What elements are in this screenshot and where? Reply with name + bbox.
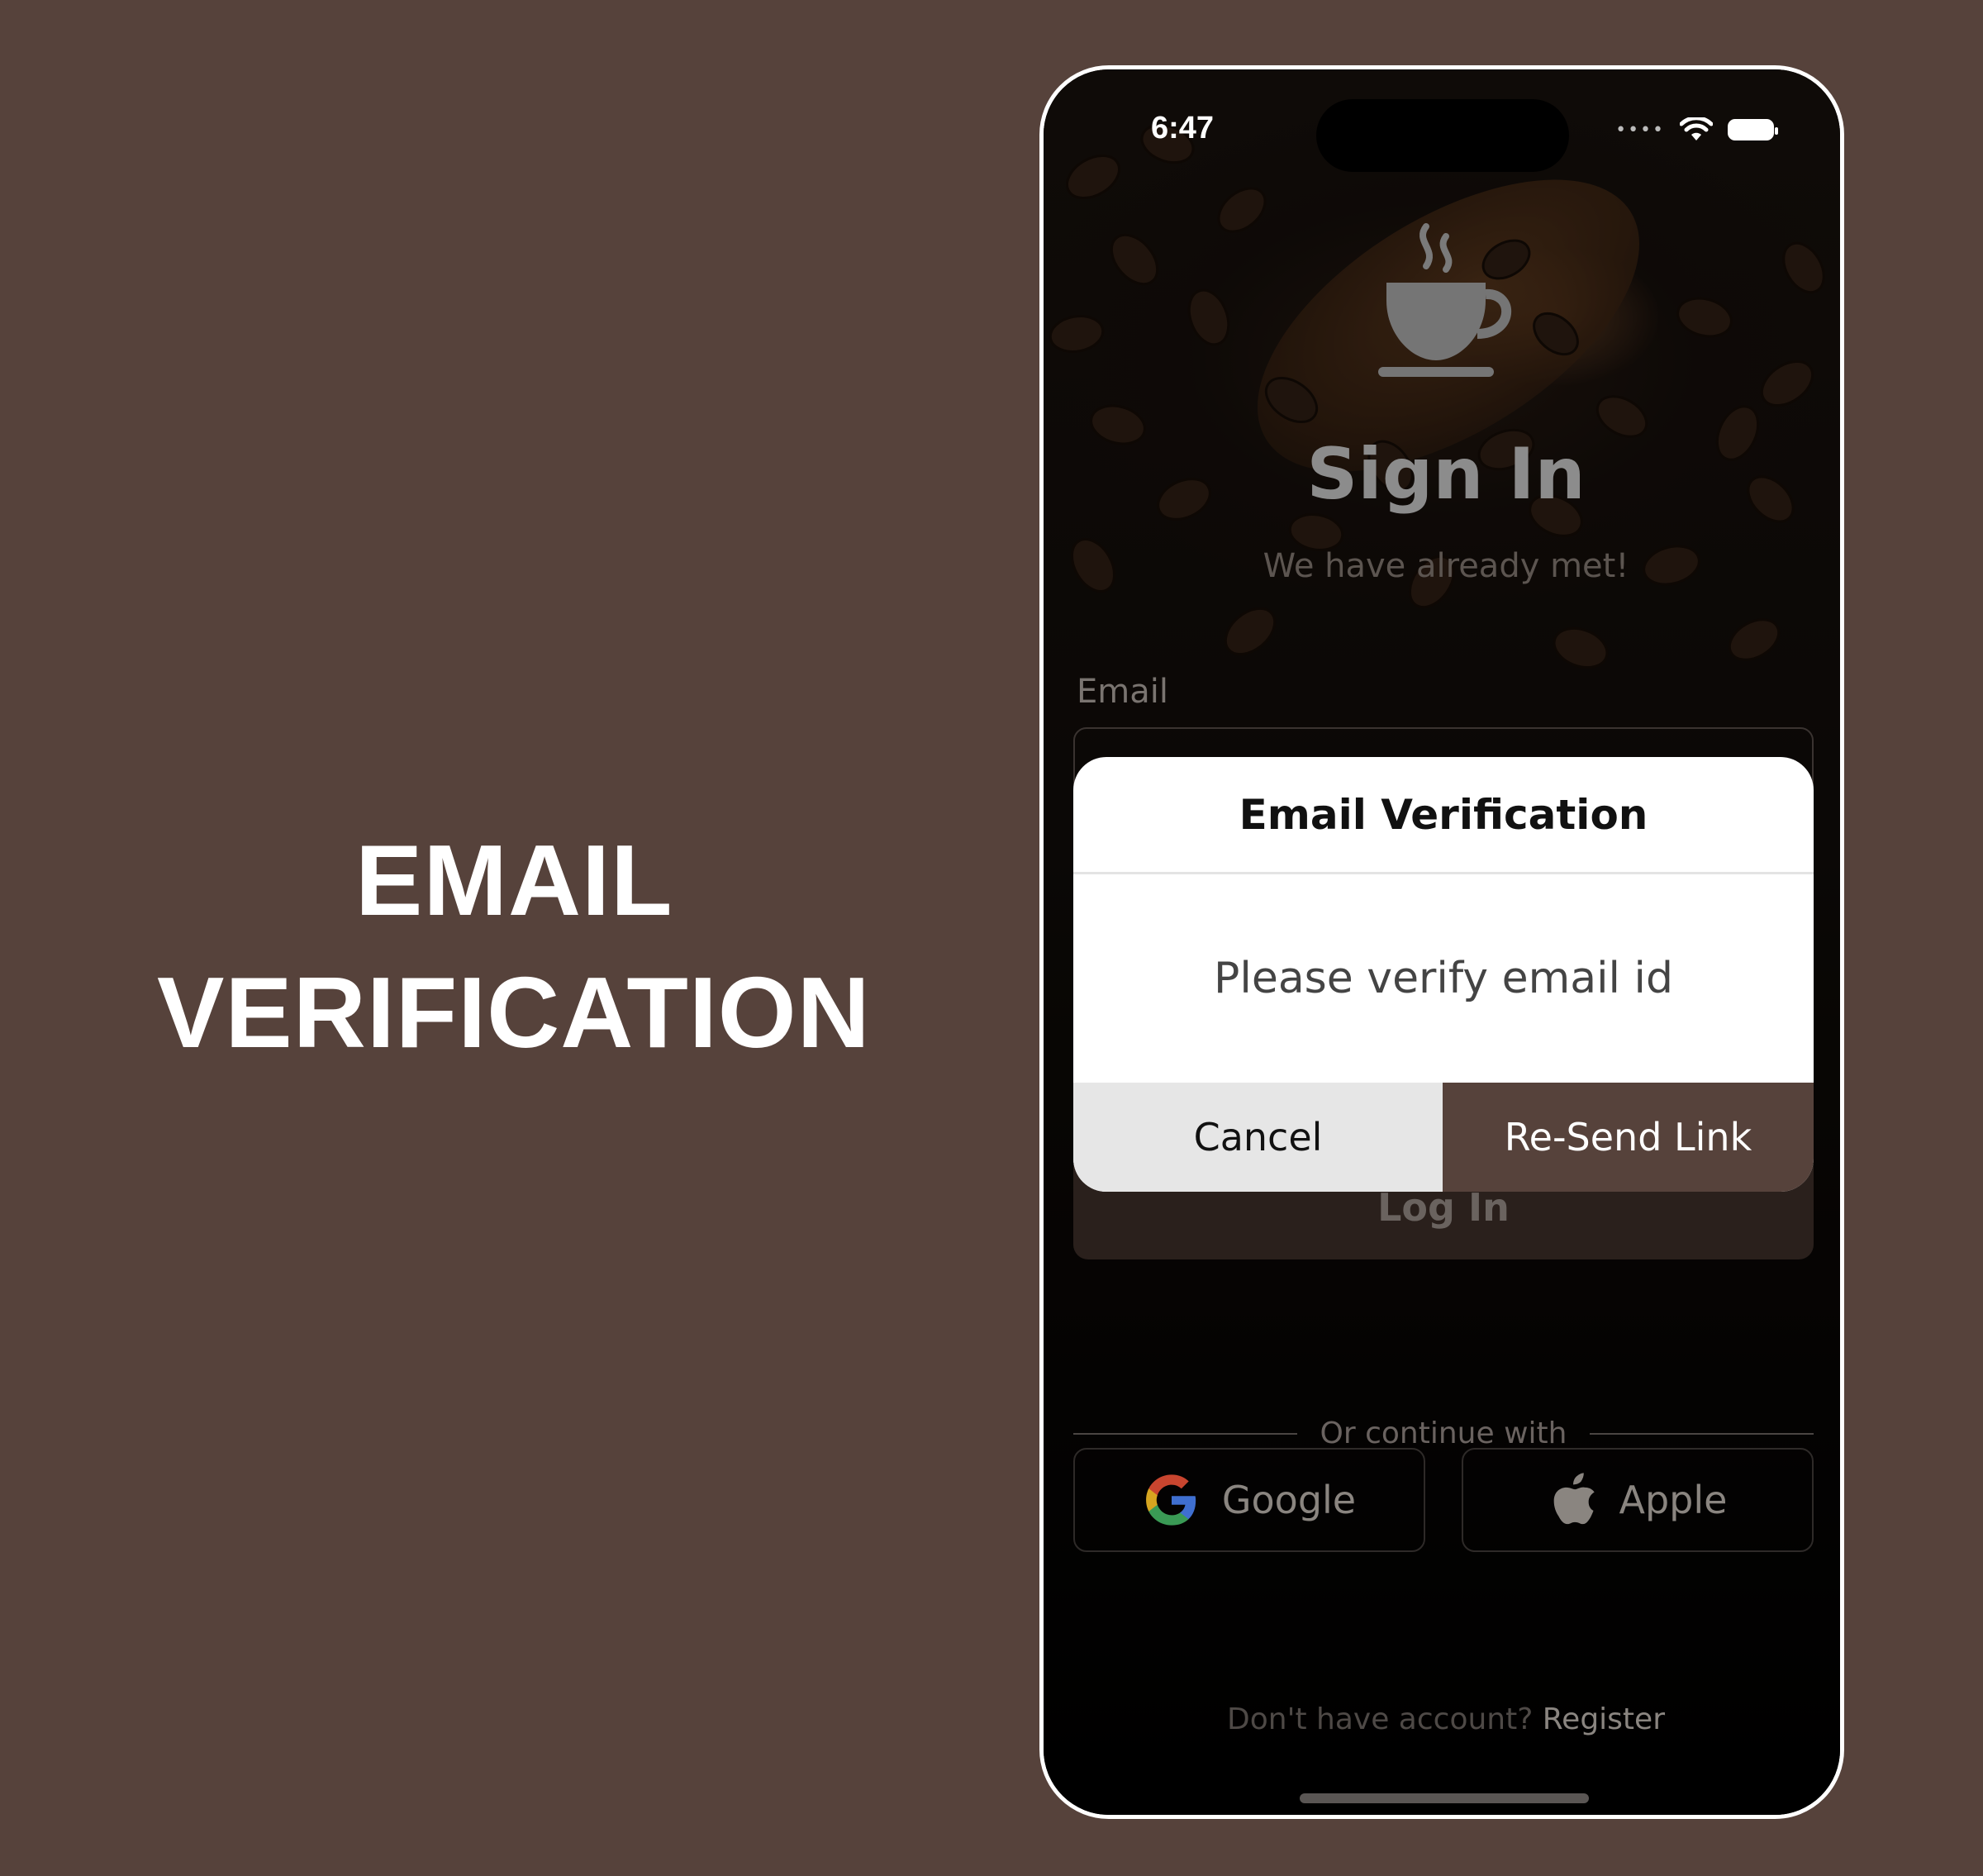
google-icon xyxy=(1145,1474,1196,1526)
email-label: Email xyxy=(1077,673,1168,711)
dialog-title: Email Verification xyxy=(1073,757,1814,874)
google-label: Google xyxy=(1221,1478,1357,1522)
register-row: Don't have account? Register xyxy=(1044,1702,1840,1736)
register-link[interactable]: Register xyxy=(1543,1702,1665,1736)
email-verification-dialog: Email Verification Please verify email i… xyxy=(1073,757,1814,1192)
promo-headline: EMAIL VERIFICATION xyxy=(107,814,934,1078)
divider-line xyxy=(1073,1432,1297,1435)
resend-link-button[interactable]: Re-Send Link xyxy=(1443,1083,1814,1192)
register-question: Don't have account? xyxy=(1227,1702,1534,1736)
home-indicator[interactable] xyxy=(1300,1793,1589,1803)
coffee-cup-icon xyxy=(1378,223,1511,377)
page-subtitle: We have already met! xyxy=(1263,547,1629,585)
wifi-icon xyxy=(1680,117,1713,140)
signal-icon: •••• xyxy=(1615,119,1665,140)
continue-divider: Or continue with xyxy=(1073,1417,1814,1450)
battery-icon xyxy=(1728,119,1778,140)
dynamic-island xyxy=(1316,99,1569,172)
status-time: 6:47 xyxy=(1151,111,1215,145)
page-title: Sign In xyxy=(1306,433,1586,516)
status-indicators: •••• xyxy=(1615,117,1778,142)
dialog-message: Please verify email id xyxy=(1214,954,1673,1003)
headline-line-2: VERIFICATION xyxy=(157,956,871,1069)
cancel-button[interactable]: Cancel xyxy=(1073,1083,1443,1192)
apple-button[interactable]: Apple xyxy=(1462,1448,1814,1552)
phone-frame: 6:47 •••• Sign In We have already met! E… xyxy=(1039,65,1844,1819)
divider-text: Or continue with xyxy=(1320,1417,1567,1450)
headline-line-1: EMAIL xyxy=(355,824,673,936)
divider-line xyxy=(1590,1432,1814,1435)
google-button[interactable]: Google xyxy=(1073,1448,1425,1552)
apple-label: Apple xyxy=(1619,1478,1728,1522)
apple-icon xyxy=(1553,1473,1595,1525)
dialog-actions: Cancel Re-Send Link xyxy=(1073,1083,1814,1192)
